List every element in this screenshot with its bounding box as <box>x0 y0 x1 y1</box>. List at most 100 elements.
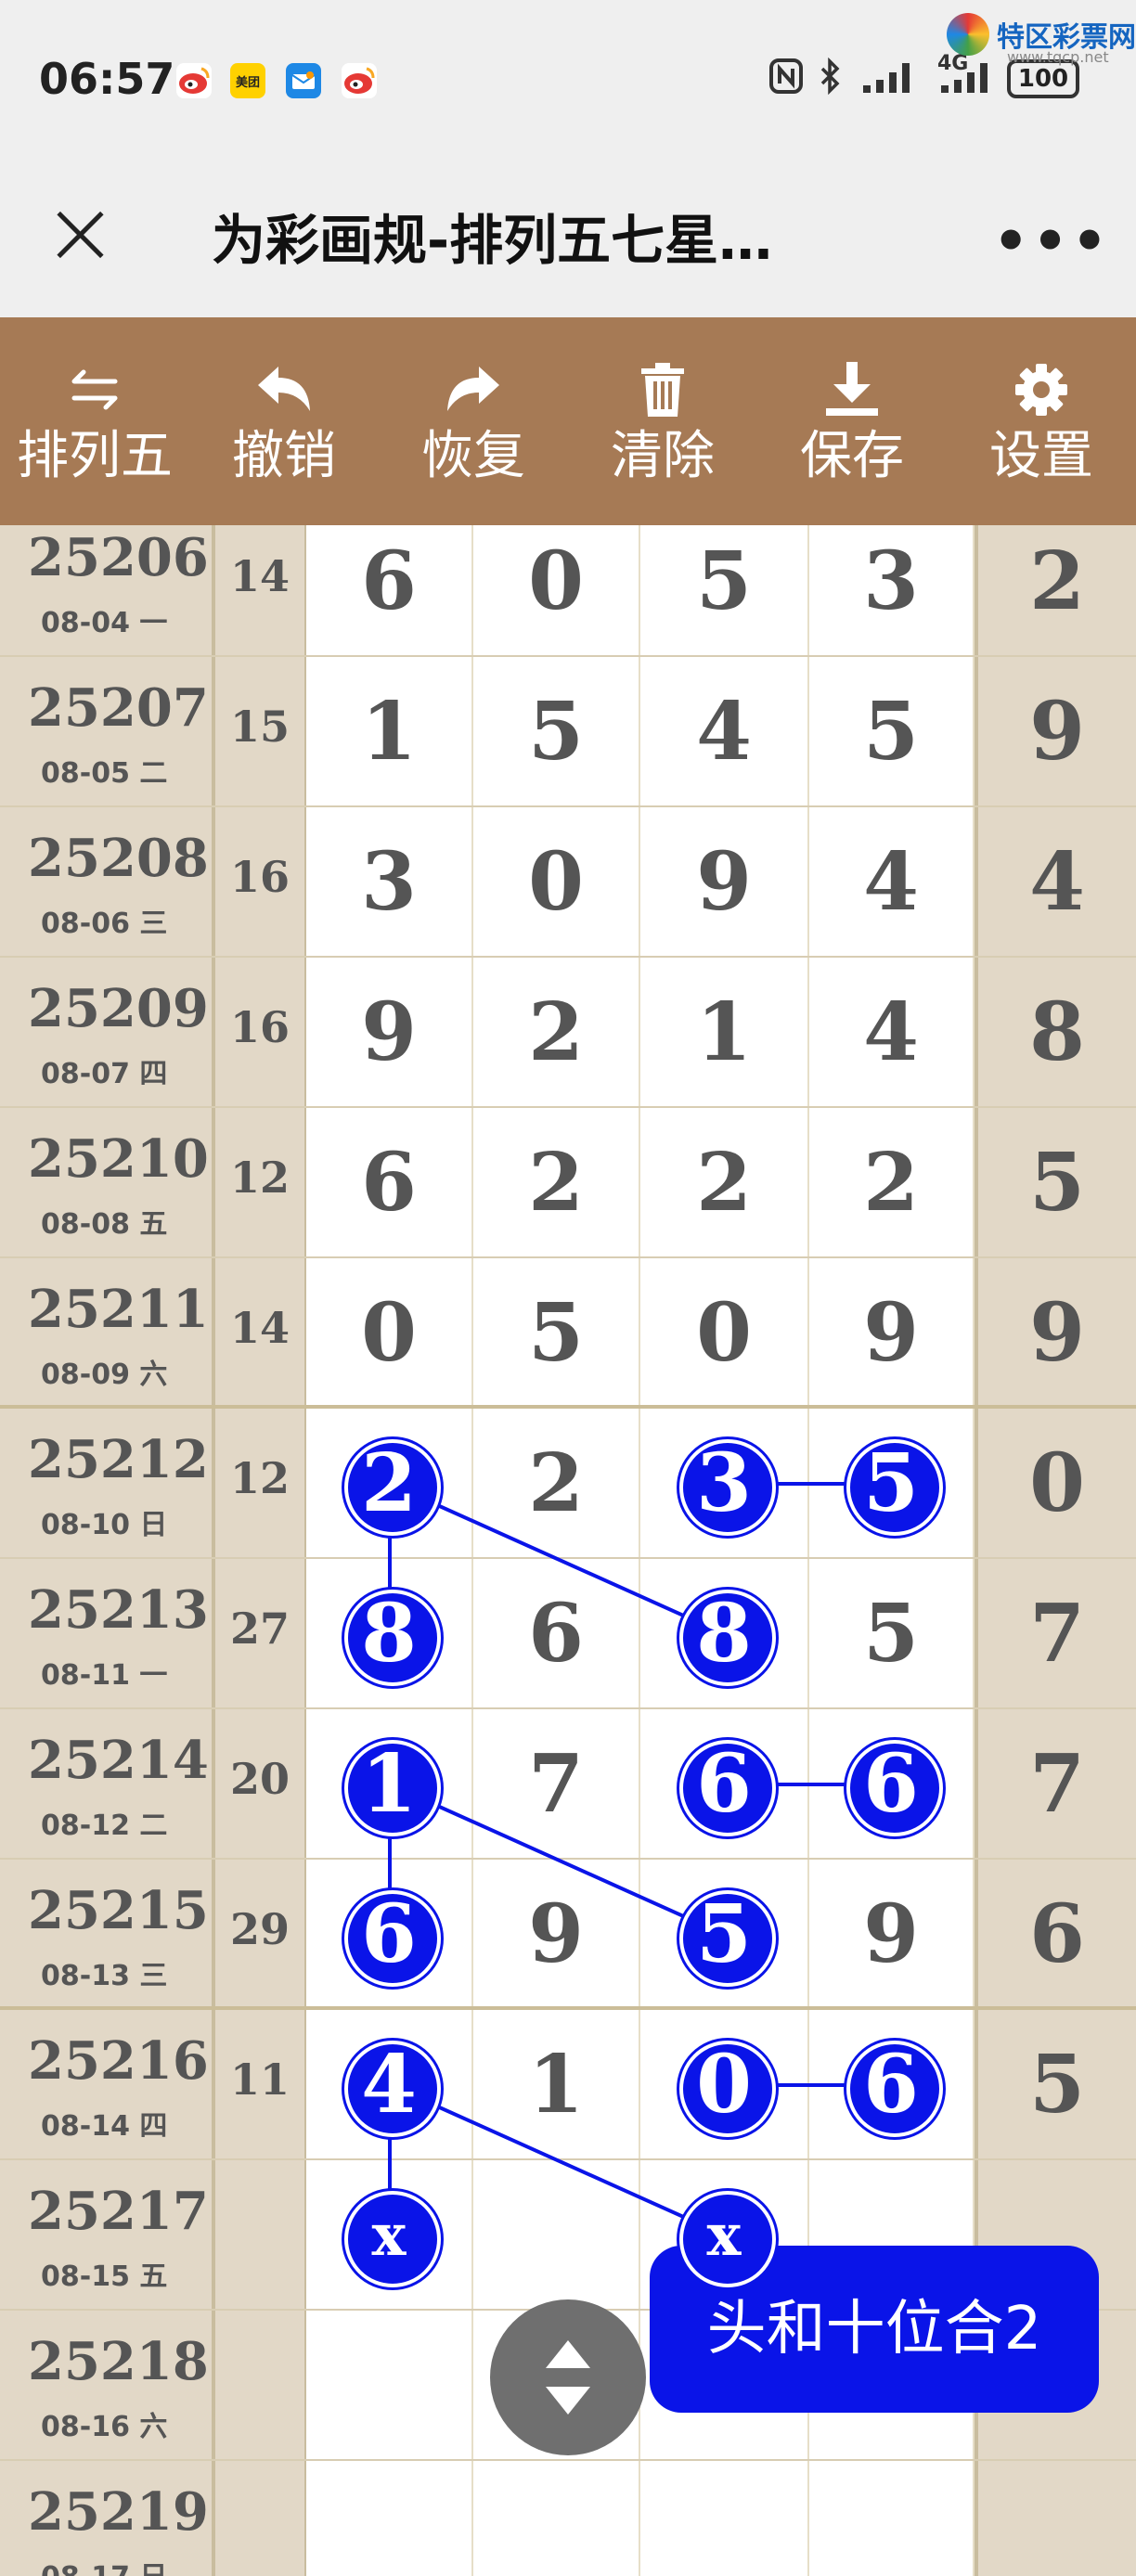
table-row[interactable]: 25219 08-17 日 <box>0 2461 1136 2576</box>
digit-cell-2[interactable]: 9 <box>473 1860 640 2006</box>
digit-cell-4[interactable]: 9 <box>809 1258 975 1405</box>
redo-button[interactable]: 恢复 <box>379 317 568 525</box>
table-row[interactable]: 25213 08-11 一 27 8 6 8 5 7 <box>0 1559 1136 1709</box>
digit-cell-1[interactable]: 8 <box>306 1559 473 1707</box>
digit-cell-4[interactable]: 5 <box>809 1559 975 1707</box>
digit-cell-1[interactable]: 0 <box>306 1258 473 1405</box>
save-button[interactable]: 保存 <box>757 317 947 525</box>
sum-cell: 16 <box>215 958 306 1106</box>
table-row[interactable]: 25214 08-12 二 20 1 7 6 6 7 <box>0 1709 1136 1860</box>
digit-cell-2[interactable] <box>473 2160 640 2309</box>
table-row[interactable]: 25211 08-09 六 14 0 5 0 9 9 <box>0 1258 1136 1409</box>
lottery-type-button[interactable]: 排列五 <box>0 317 189 525</box>
digit-cell-5[interactable]: 7 <box>975 1709 1136 1858</box>
sum-cell: 14 <box>215 1258 306 1405</box>
digit-cell-2[interactable]: 5 <box>473 657 640 805</box>
digit-cell-2[interactable]: 2 <box>473 1409 640 1557</box>
digit-cell-2[interactable]: 7 <box>473 1709 640 1858</box>
digit-cell-4[interactable]: 6 <box>809 1709 975 1858</box>
table-row[interactable]: 25209 08-07 四 16 9 2 1 4 8 <box>0 958 1136 1108</box>
undo-button[interactable]: 撤销 <box>189 317 379 525</box>
digit-cell-1[interactable]: 4 <box>306 2010 473 2158</box>
digit-cell-2[interactable]: 0 <box>473 807 640 956</box>
digit-cell-5[interactable]: 4 <box>975 807 1136 956</box>
digit: 5 <box>528 685 584 779</box>
digit-cell-1[interactable] <box>306 2461 473 2576</box>
more-options-button[interactable]: ••• <box>993 209 1111 274</box>
digit-cell-2[interactable] <box>473 2461 640 2576</box>
table-row[interactable]: 25207 08-05 二 15 1 5 4 5 9 <box>0 657 1136 807</box>
scroll-toggle-button[interactable] <box>490 2299 646 2455</box>
issue-number: 25215 <box>28 1880 209 1941</box>
highlighted-digit: 6 <box>306 1860 471 2010</box>
digit-cell-1[interactable]: 9 <box>306 958 473 1106</box>
digit-cell-4[interactable]: 5 <box>809 657 975 805</box>
digit-cell-5[interactable] <box>975 2461 1136 2576</box>
digit-cell-1[interactable]: 1 <box>306 1709 473 1858</box>
digit-cell-4[interactable]: 6 <box>809 2010 975 2158</box>
table-row[interactable]: 25216 08-14 四 11 4 1 0 6 5 <box>0 2010 1136 2160</box>
digit-cell-3[interactable]: 1 <box>640 958 809 1106</box>
digit-cell-3[interactable]: 0 <box>640 1258 809 1405</box>
digit-cell-4[interactable]: 2 <box>809 1108 975 1256</box>
issue-cell: 25213 08-11 一 <box>0 1559 215 1707</box>
table-row[interactable]: 25208 08-06 三 16 3 0 9 4 4 <box>0 807 1136 958</box>
digit-cell-1[interactable]: 1 <box>306 657 473 805</box>
digit-cell-3[interactable]: 6 <box>640 1709 809 1858</box>
digit-cell-1[interactable]: 2 <box>306 1409 473 1557</box>
draw-date: 08-09 六 <box>41 1359 168 1391</box>
digit-cell-2[interactable]: 1 <box>473 2010 640 2158</box>
digit-cell-1[interactable]: 6 <box>306 1108 473 1256</box>
digit-cell-4[interactable]: 4 <box>809 958 975 1106</box>
table-row[interactable]: 25210 08-08 五 12 6 2 2 2 5 <box>0 1108 1136 1258</box>
digit-cell-5[interactable]: 8 <box>975 958 1136 1106</box>
digit-cell-3[interactable]: 0 <box>640 2010 809 2158</box>
digit-cell-2[interactable]: 2 <box>473 958 640 1106</box>
digit-cell-1[interactable]: 6 <box>306 1860 473 2006</box>
digit-cell-3[interactable]: 9 <box>640 807 809 956</box>
digit-cell-3[interactable]: 2 <box>640 1108 809 1256</box>
digit-cell-1[interactable] <box>306 2311 473 2459</box>
settings-button[interactable]: 设置 <box>947 317 1136 525</box>
digit-cell-4[interactable]: 5 <box>809 1409 975 1557</box>
redo-icon <box>444 353 503 427</box>
issue-cell: 25208 08-06 三 <box>0 807 215 956</box>
digit-cell-2[interactable]: 6 <box>473 1559 640 1707</box>
digit-sum: 12 <box>229 1453 290 1503</box>
digit-cell-1[interactable]: 3 <box>306 807 473 956</box>
digit-cell-3[interactable]: 3 <box>640 1409 809 1557</box>
digit-cell-3[interactable]: 5 <box>640 525 809 655</box>
table-row[interactable]: 25212 08-10 日 12 2 2 3 5 0 <box>0 1409 1136 1559</box>
digit-cell-4[interactable]: 3 <box>809 525 975 655</box>
digit-cell-5[interactable]: 5 <box>975 1108 1136 1256</box>
digit-cell-4[interactable]: 9 <box>809 1860 975 2006</box>
redo-label: 恢复 <box>421 426 525 486</box>
clear-button[interactable]: 清除 <box>568 317 757 525</box>
digit-cell-5[interactable]: 9 <box>975 657 1136 805</box>
digit-cell-1[interactable]: x <box>306 2160 473 2309</box>
table-row[interactable]: 25206 08-04 一 14 6 0 5 3 2 <box>0 525 1136 657</box>
digit-cell-4[interactable] <box>809 2461 975 2576</box>
issue-cell: 25210 08-08 五 <box>0 1108 215 1256</box>
digit-cell-5[interactable]: 9 <box>975 1258 1136 1405</box>
digit-cell-2[interactable]: 0 <box>473 525 640 655</box>
close-icon[interactable] <box>46 202 111 267</box>
issue-cell: 25214 08-12 二 <box>0 1709 215 1858</box>
digit-cell-1[interactable]: 6 <box>306 525 473 655</box>
digit-cell-5[interactable]: 2 <box>975 525 1136 655</box>
highlighted-digit: 5 <box>640 1860 807 2010</box>
digit-cell-2[interactable]: 2 <box>473 1108 640 1256</box>
digit-cell-5[interactable]: 0 <box>975 1409 1136 1557</box>
digit-cell-2[interactable]: 5 <box>473 1258 640 1405</box>
issue-cell: 25206 08-04 一 <box>0 525 215 655</box>
digit-cell-3[interactable]: 5 <box>640 1860 809 2006</box>
digit-cell-5[interactable]: 5 <box>975 2010 1136 2158</box>
table-row[interactable]: 25215 08-13 三 29 6 9 5 9 6 <box>0 1860 1136 2010</box>
digit-cell-3[interactable] <box>640 2461 809 2576</box>
digit-cell-5[interactable]: 7 <box>975 1559 1136 1707</box>
digit-cell-3[interactable]: 8 <box>640 1559 809 1707</box>
digit-cell-4[interactable]: 4 <box>809 807 975 956</box>
digit-cell-3[interactable]: 4 <box>640 657 809 805</box>
digit-cell-5[interactable]: 6 <box>975 1860 1136 2006</box>
digit: 4 <box>696 685 752 779</box>
